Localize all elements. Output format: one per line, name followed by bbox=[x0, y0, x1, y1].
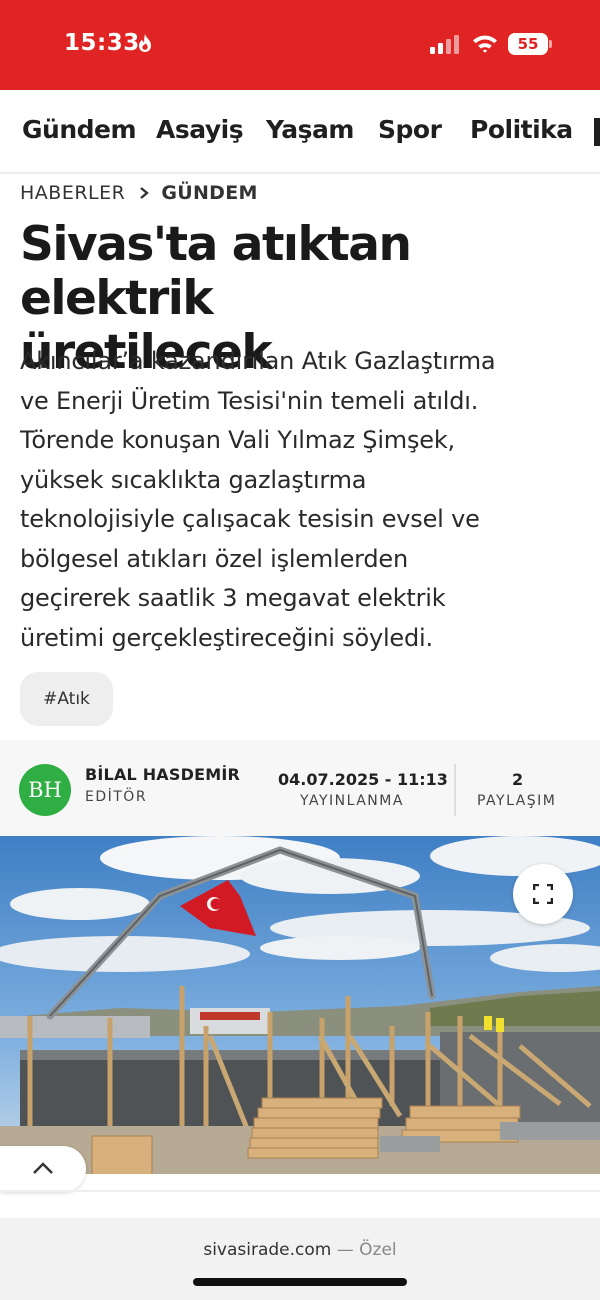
publish-date: 04.07.2025 - 11:13 bbox=[278, 770, 448, 789]
home-indicator[interactable] bbox=[193, 1278, 407, 1286]
category-asayis[interactable]: Asayiş bbox=[156, 115, 244, 144]
battery-tip bbox=[549, 40, 552, 48]
chevron-right-icon bbox=[140, 187, 150, 199]
browser-address-bar[interactable]: sivasirade.com — Özel bbox=[0, 1218, 600, 1300]
wifi-icon bbox=[473, 35, 497, 53]
category-yasam[interactable]: Yaşam bbox=[266, 115, 354, 144]
category-next-cutoff[interactable] bbox=[594, 118, 600, 146]
fullscreen-button[interactable] bbox=[513, 864, 573, 924]
category-politika[interactable]: Politika bbox=[470, 115, 573, 144]
summary-line: Akıncılar’a kazandırılan Atık Gazlaştırm… bbox=[20, 347, 496, 375]
tag-chip[interactable]: #Atık bbox=[20, 672, 113, 726]
breadcrumb-home[interactable]: HABERLER bbox=[20, 182, 125, 204]
chevron-up-icon bbox=[33, 1162, 53, 1174]
signal-icon bbox=[430, 35, 459, 54]
construction-site-illustration bbox=[0, 836, 600, 1174]
summary-line: geçirerek saatlik 3 megavat elektrik bbox=[20, 584, 446, 612]
article-summary: Akıncılar’a kazandırılan Atık Gazlaştırm… bbox=[20, 342, 585, 658]
summary-line: üretimi gerçekleştireceğini söyledi. bbox=[20, 623, 433, 652]
status-bar: 15:33 55 bbox=[0, 0, 600, 90]
fullscreen-icon bbox=[533, 884, 553, 904]
browser-domain-suffix: — Özel bbox=[331, 1240, 397, 1260]
author-role: EDİTÖR bbox=[85, 789, 148, 805]
meta-divider bbox=[454, 764, 456, 816]
author-name[interactable]: BİLAL HASDEMİR bbox=[85, 765, 240, 784]
category-spor[interactable]: Spor bbox=[378, 115, 442, 144]
browser-domain-line[interactable]: sivasirade.com — Özel bbox=[0, 1240, 600, 1260]
browser-domain: sivasirade.com bbox=[203, 1240, 332, 1260]
status-time: 15:33 bbox=[64, 30, 140, 56]
breadcrumb: HABERLER GÜNDEM bbox=[20, 180, 258, 206]
flame-icon bbox=[139, 34, 151, 52]
author-avatar[interactable]: BH bbox=[19, 764, 71, 816]
breadcrumb-current[interactable]: GÜNDEM bbox=[161, 182, 257, 204]
share-count: 2 bbox=[512, 770, 524, 789]
scroll-top-button[interactable] bbox=[0, 1146, 86, 1192]
content-separator bbox=[0, 1190, 600, 1192]
category-nav: Gündem Asayiş Yaşam Spor Politika bbox=[0, 90, 600, 174]
summary-line: yüksek sıcaklıkta gazlaştırma bbox=[20, 465, 367, 494]
summary-line: bölgesel atıkları özel işlemlerden bbox=[20, 544, 408, 573]
article-meta-bar: BH BİLAL HASDEMİR EDİTÖR 04.07.2025 - 11… bbox=[0, 740, 600, 836]
share-label: PAYLAŞIM bbox=[477, 793, 557, 809]
summary-line: ve Enerji Üretim Tesisi'nin temeli atıld… bbox=[20, 386, 479, 415]
article-photo[interactable] bbox=[0, 836, 600, 1174]
summary-line: teknolojisiyle çalışacak tesisin evsel v… bbox=[20, 505, 480, 533]
battery-indicator: 55 bbox=[508, 33, 548, 55]
category-gundem[interactable]: Gündem bbox=[22, 115, 137, 144]
summary-line: Törende konuşan Vali Yılmaz Şimşek, bbox=[20, 426, 455, 454]
publish-label: YAYINLANMA bbox=[300, 793, 404, 809]
headline-line-1: Sivas'ta atıktan elektrik bbox=[20, 217, 412, 326]
